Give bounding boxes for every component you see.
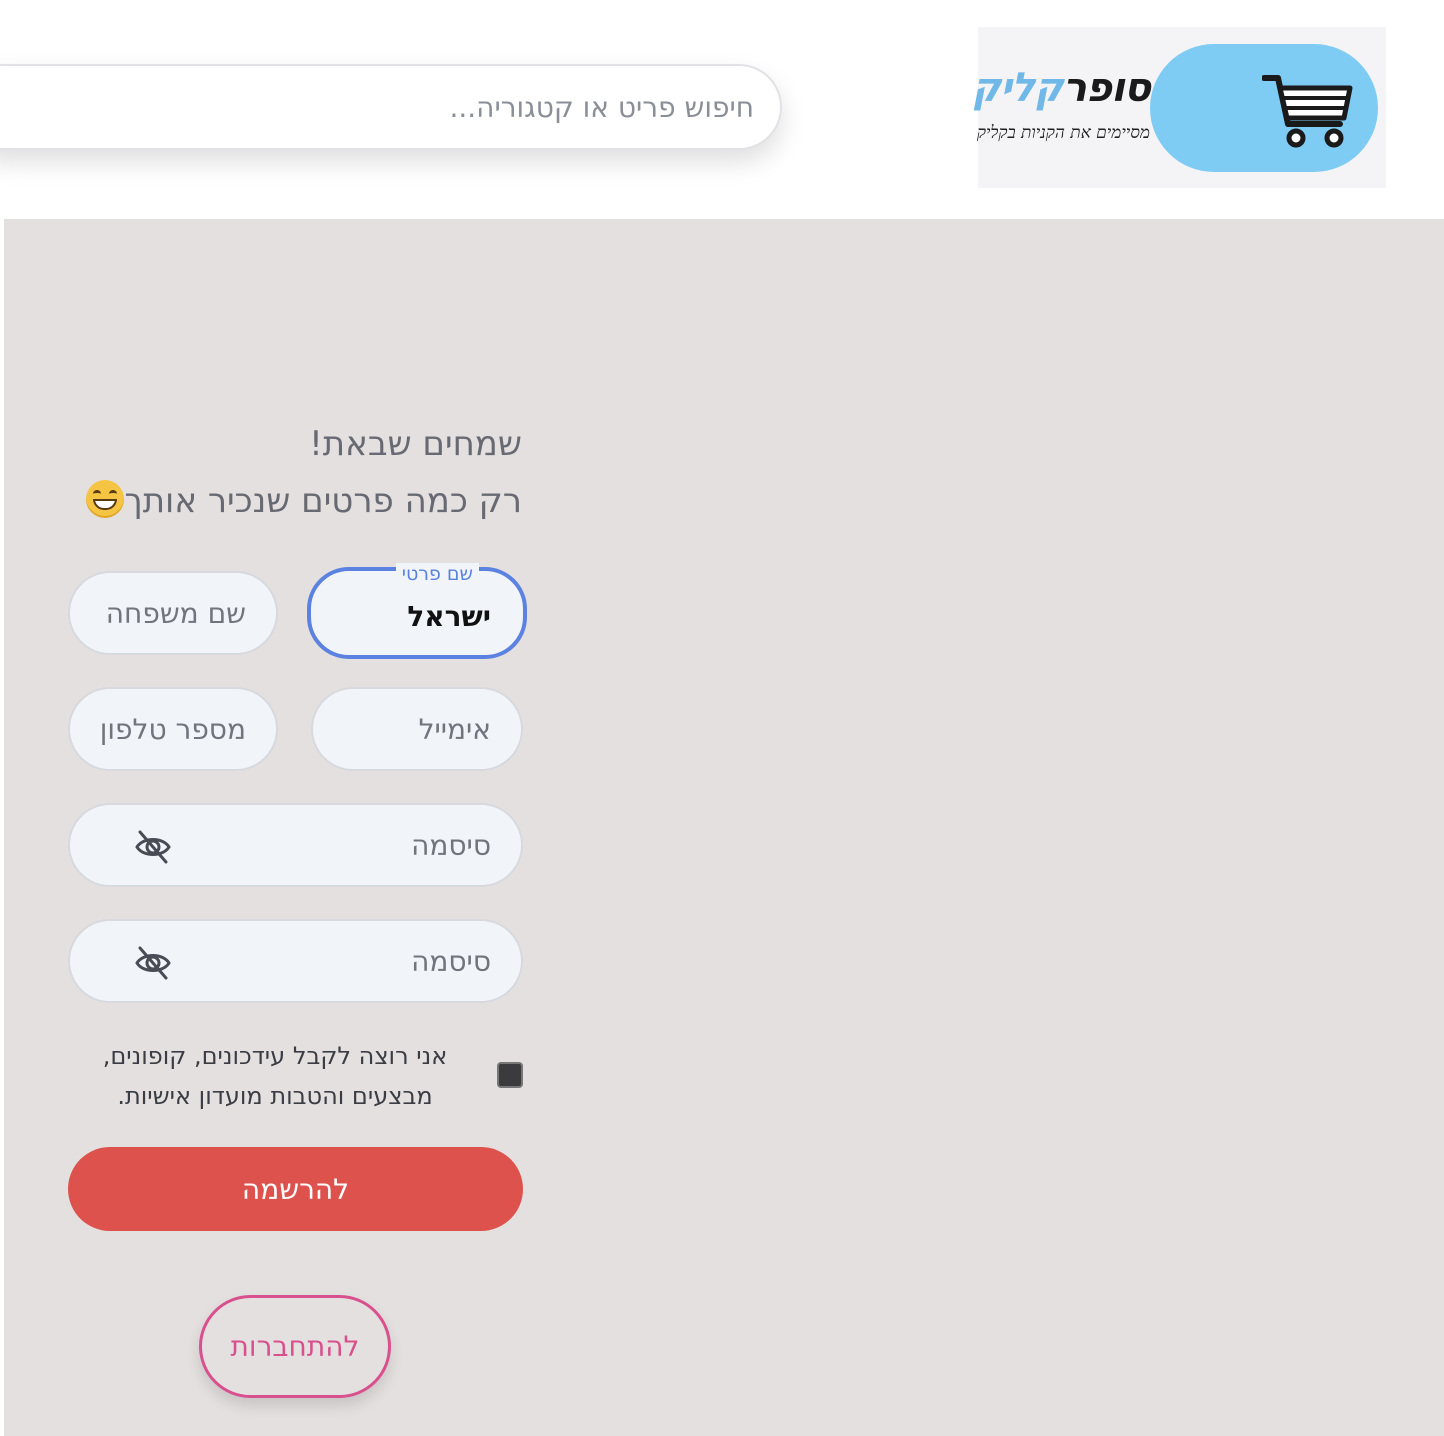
first-name-input[interactable] [311, 593, 523, 633]
search-bar[interactable] [0, 64, 782, 150]
search-input[interactable] [0, 89, 756, 125]
first-name-field[interactable]: שם פרטי [307, 563, 527, 659]
consent-line-2: מבצעים והטבות מועדון אישיות. [117, 1082, 433, 1110]
eye-slash-icon[interactable] [134, 829, 172, 865]
logo-wordmark: סופרקליק [971, 65, 1151, 111]
email-input[interactable] [313, 712, 521, 746]
email-field[interactable] [311, 687, 523, 771]
first-name-label: שם פרטי [395, 563, 479, 585]
greeting-line-2: רק כמה פרטים שנכיר אותך [124, 481, 522, 521]
login-button[interactable]: להתחברות [199, 1295, 391, 1398]
greeting-line-1: שמחים שבאת! [309, 424, 522, 464]
grinning-face-emoji [86, 480, 125, 518]
logo-word-accent: קליק [971, 65, 1064, 111]
greeting-line-2-wrap: רק כמה פרטים שנכיר אותך [80, 473, 522, 530]
newsletter-checkbox[interactable] [497, 1062, 523, 1088]
phone-field[interactable] [68, 687, 278, 771]
newsletter-consent-text: אני רוצה לקבל עידכונים, קופונים, מבצעים … [70, 1036, 480, 1116]
eye-slash-icon[interactable] [134, 945, 172, 981]
last-name-input[interactable] [70, 596, 276, 630]
phone-input[interactable] [70, 712, 276, 746]
password-field[interactable] [68, 803, 523, 887]
logo-tagline: מסיימים את הקניות בקליק [976, 123, 1150, 143]
password-confirm-field[interactable] [68, 919, 523, 1003]
header: סופרקליק מסיימים את הקניות בקליק [0, 0, 1444, 219]
logo-word-dark: סופר [1062, 65, 1151, 111]
register-button[interactable]: להרשמה [68, 1147, 523, 1231]
shopping-cart-icon [1262, 75, 1353, 148]
logo[interactable]: סופרקליק מסיימים את הקניות בקליק [972, 27, 1386, 188]
signup-greeting: שמחים שבאת! רק כמה פרטים שנכיר אותך [80, 416, 522, 530]
logo-pill [1150, 44, 1378, 172]
consent-line-1: אני רוצה לקבל עידכונים, קופונים, [102, 1042, 448, 1070]
last-name-field[interactable] [68, 571, 278, 655]
